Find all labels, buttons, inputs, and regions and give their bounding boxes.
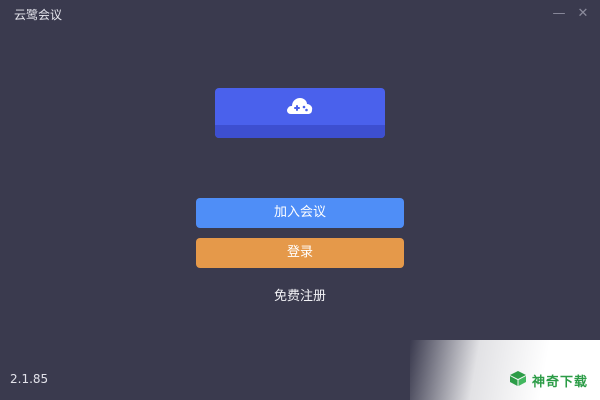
- logo-shade: [215, 125, 385, 138]
- join-meeting-button[interactable]: 加入会议: [196, 198, 404, 228]
- app-window: 云鹭会议 — ✕ 加入会议 登录 免费注册 2.1.85 神奇下载: [0, 0, 600, 400]
- window-title: 云鹭会议: [14, 8, 63, 22]
- register-link[interactable]: 免费注册: [250, 285, 350, 304]
- green-box-icon: [510, 371, 526, 386]
- login-button[interactable]: 登录: [196, 238, 404, 268]
- version-label: 2.1.85: [10, 372, 49, 386]
- watermark-text: 神奇下载: [532, 375, 589, 390]
- close-button[interactable]: ✕: [574, 5, 592, 23]
- watermark-fade: [410, 340, 600, 400]
- cloud-gamepad-icon: [287, 98, 313, 114]
- minimize-button[interactable]: —: [550, 5, 568, 23]
- app-logo: [215, 88, 385, 138]
